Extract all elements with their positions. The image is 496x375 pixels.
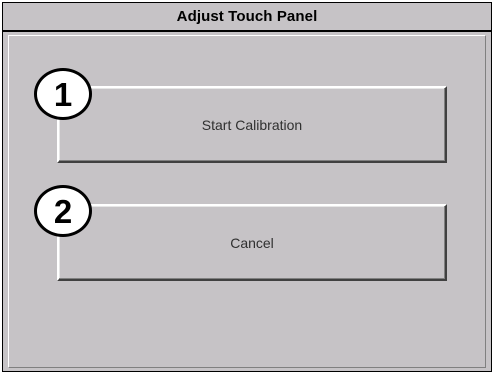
callout-marker-1: 1 (34, 68, 92, 120)
callout-marker-2: 2 (34, 185, 92, 237)
start-calibration-label: Start Calibration (201, 116, 303, 133)
start-calibration-button[interactable]: Start Calibration (57, 86, 447, 163)
callout-number-2: 2 (53, 192, 73, 230)
cancel-label: Cancel (230, 234, 274, 251)
cancel-button[interactable]: Cancel (57, 204, 447, 281)
title-bar: Adjust Touch Panel (3, 3, 491, 32)
callout-number-1: 1 (53, 75, 73, 113)
window-title: Adjust Touch Panel (176, 8, 318, 25)
